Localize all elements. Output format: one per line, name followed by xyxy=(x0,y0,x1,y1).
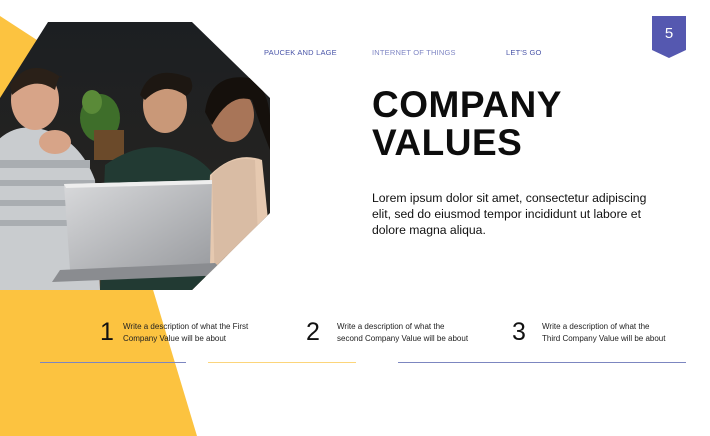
description-line-3: dolore magna aliqua. xyxy=(372,223,486,237)
page-title: COMPANY VALUES xyxy=(372,86,562,162)
nav-link-paucek-and-lage[interactable]: PAUCEK AND LAGE xyxy=(264,48,337,57)
value-description-1: Write a description of what the First Co… xyxy=(123,321,248,344)
value-1-line-1: Write a description of what the First xyxy=(123,322,249,331)
divider-line-2 xyxy=(208,362,356,363)
value-number-1: 1 xyxy=(100,318,114,346)
value-3-line-2: Third Company Value will be about xyxy=(542,333,666,343)
title-line-1: COMPANY xyxy=(372,84,562,125)
page-number: 5 xyxy=(664,25,674,42)
value-3-line-1: Write a description of what the xyxy=(542,322,650,331)
value-number-3: 3 xyxy=(512,318,526,346)
value-description-2: Write a description of what the second C… xyxy=(337,321,468,344)
divider-line-3 xyxy=(398,362,686,363)
slide: PAUCEK AND LAGE INTERNET OF THINGS LET'S… xyxy=(0,0,710,436)
divider-line-1 xyxy=(40,362,186,363)
nav-link-lets-go[interactable]: LET'S GO xyxy=(506,48,542,57)
title-line-2: VALUES xyxy=(372,122,523,163)
value-number-2: 2 xyxy=(306,318,320,346)
nav-link-internet-of-things[interactable]: INTERNET OF THINGS xyxy=(372,48,456,57)
value-description-3: Write a description of what the Third Co… xyxy=(542,321,665,344)
description-text: Lorem ipsum dolor sit amet, consectetur … xyxy=(372,190,672,238)
value-2-line-2: second Company Value will be about xyxy=(337,333,469,343)
description-line-1: Lorem ipsum dolor sit amet, consectetur … xyxy=(372,191,647,205)
description-line-2: elit, sed do eiusmod tempor incididunt u… xyxy=(372,207,641,221)
value-1-line-2: Company Value will be about xyxy=(123,333,227,343)
value-2-line-1: Write a description of what the xyxy=(337,322,445,331)
